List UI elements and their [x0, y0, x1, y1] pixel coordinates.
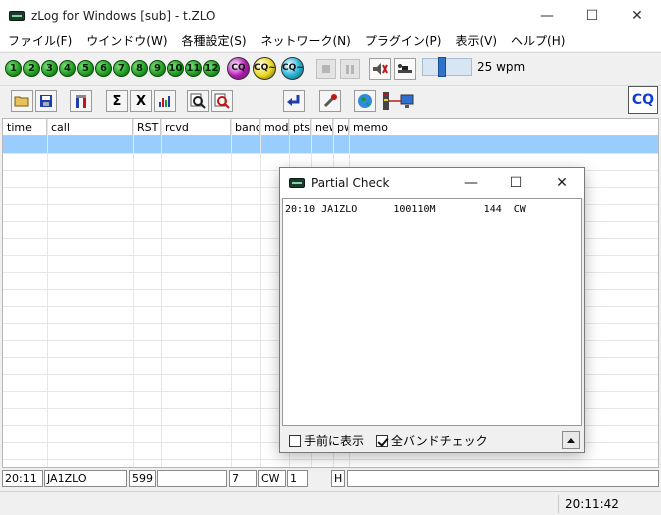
summary-button[interactable]: Σ	[106, 90, 128, 112]
cq-button-1[interactable]: CQ	[227, 57, 250, 80]
partial-check-minimize-button[interactable]: —	[448, 168, 494, 198]
entry-memo[interactable]	[347, 470, 659, 487]
cq-mode-indicator[interactable]: CQ	[628, 86, 658, 114]
grid-header: time call RST rcvd band mod pts new pwr …	[3, 119, 658, 136]
col-mode[interactable]: mod	[260, 119, 289, 136]
memory-button-6[interactable]: 6	[95, 60, 112, 77]
col-rcvd[interactable]: rcvd	[161, 119, 231, 136]
close-button[interactable]: ✕	[614, 0, 660, 31]
memory-button-5[interactable]: 5	[77, 60, 94, 77]
grid-row-line	[3, 153, 658, 154]
app-icon	[9, 10, 25, 21]
grid-column-line	[47, 119, 48, 467]
memory-button-9[interactable]: 9	[149, 60, 166, 77]
entry-band[interactable]: 7	[229, 470, 257, 487]
status-clock: 20:11:42	[558, 495, 661, 513]
all-bands-label: 全バンドチェック	[391, 434, 488, 448]
col-time[interactable]: time	[3, 119, 47, 136]
col-memo[interactable]: memo	[349, 119, 658, 136]
check-call-button[interactable]	[211, 90, 233, 112]
grid-column-line	[133, 119, 134, 467]
entry-mode[interactable]: CW	[258, 470, 286, 487]
col-power[interactable]: pwr	[333, 119, 349, 136]
stay-on-top-checkbox-box[interactable]	[289, 434, 301, 447]
partial-check-close-button[interactable]: ✕	[539, 168, 585, 198]
cw-speed-slider-thumb[interactable]	[437, 57, 446, 77]
partial-check-app-icon	[289, 178, 305, 188]
memory-button-4[interactable]: 4	[59, 60, 76, 77]
partial-check-list[interactable]: 20:10 JA1ZLO 100110M 144 CW	[282, 198, 582, 426]
partial-check-maximize-button[interactable]: ☐	[493, 168, 539, 198]
memory-button-8[interactable]: 8	[131, 60, 148, 77]
cw-speed-slider-track[interactable]	[422, 58, 472, 76]
rate-graph-button[interactable]	[154, 90, 176, 112]
stay-on-top-label: 手前に表示	[304, 434, 365, 448]
menu-bar: ファイル(F) ウインドウ(W) 各種設定(S) ネットワーク(N) プラグイン…	[0, 31, 661, 51]
entry-call[interactable]: JA1ZLO	[44, 470, 127, 487]
memory-button-1[interactable]: 1	[5, 60, 22, 77]
grid-column-line	[161, 119, 162, 467]
speaker-icon[interactable]	[369, 58, 391, 80]
partial-check-title-bar[interactable]: Partial Check — ☐ ✕	[280, 168, 584, 198]
memory-button-3[interactable]: 3	[41, 60, 58, 77]
col-points[interactable]: pts	[289, 119, 311, 136]
network-pc-icon[interactable]	[380, 90, 416, 112]
stop-button[interactable]	[316, 59, 336, 79]
partial-check-footer: 手前に表示 全バンドチェック	[280, 428, 584, 452]
toolbar-main: Σ X	[0, 85, 661, 118]
entry-rst[interactable]: 599	[129, 470, 156, 487]
all-bands-checkbox-box[interactable]	[376, 434, 388, 447]
save-button[interactable]	[35, 90, 57, 112]
network-globe-button[interactable]	[354, 90, 376, 112]
memory-button-7[interactable]: 7	[113, 60, 130, 77]
pause-button[interactable]	[340, 59, 360, 79]
menu-view[interactable]: 表示(V)	[448, 31, 504, 51]
multipliers-button[interactable]: X	[130, 90, 152, 112]
toolbar-cw: 1 2 3 4 5 6 7 8 9 10 11 12 CQ CQ~ CQ~	[0, 52, 661, 84]
sort-up-button[interactable]	[562, 431, 580, 449]
menu-settings[interactable]: 各種設定(S)	[175, 31, 254, 51]
memory-button-10[interactable]: 10	[167, 60, 184, 77]
cw-key-icon[interactable]	[394, 58, 416, 80]
col-call[interactable]: call	[47, 119, 133, 136]
menu-file[interactable]: ファイル(F)	[0, 31, 79, 51]
partial-check-window: Partial Check — ☐ ✕ 20:10 JA1ZLO 100110M…	[279, 167, 585, 453]
cq-button-2[interactable]: CQ~	[253, 57, 276, 80]
cw-speed-label: 25 wpm	[477, 60, 526, 74]
partial-check-result-line[interactable]: 20:10 JA1ZLO 100110M 144 CW	[285, 204, 526, 215]
partial-check-title: Partial Check	[311, 176, 390, 190]
entry-operator[interactable]: H	[331, 470, 345, 487]
partial-check-button[interactable]	[187, 90, 209, 112]
grid-row-line	[3, 459, 658, 460]
window-title: zLog for Windows [sub] - t.ZLO	[31, 8, 216, 23]
menu-help[interactable]: ヘルプ(H)	[504, 31, 572, 51]
open-folder-button[interactable]	[11, 90, 33, 112]
memory-button-11[interactable]: 11	[185, 60, 202, 77]
col-new[interactable]: new	[311, 119, 333, 136]
entry-power[interactable]: 1	[287, 470, 308, 487]
entry-time[interactable]: 20:11	[2, 470, 43, 487]
menu-plugin[interactable]: プラグイン(P)	[358, 31, 449, 51]
tools-button[interactable]	[319, 90, 341, 112]
memory-button-12[interactable]: 12	[203, 60, 220, 77]
memory-button-2[interactable]: 2	[23, 60, 40, 77]
entry-rcvd[interactable]	[157, 470, 227, 487]
bandscope-button[interactable]	[70, 90, 92, 112]
enter-button[interactable]	[283, 90, 305, 112]
col-rst[interactable]: RST	[133, 119, 161, 136]
grid-column-line	[260, 119, 261, 467]
title-bar: zLog for Windows [sub] - t.ZLO — ☐ ✕	[0, 0, 661, 31]
menu-network[interactable]: ネットワーク(N)	[254, 31, 358, 51]
cq-button-3[interactable]: CQ~	[281, 57, 304, 80]
pause-icon	[346, 64, 354, 74]
minimize-button[interactable]: —	[524, 0, 570, 31]
menu-window[interactable]: ウインドウ(W)	[79, 31, 174, 51]
grid-column-line	[231, 119, 232, 467]
stop-icon	[322, 65, 330, 73]
all-bands-checkbox[interactable]: 全バンドチェック	[376, 432, 488, 449]
col-band[interactable]: band	[231, 119, 260, 136]
stay-on-top-checkbox[interactable]: 手前に表示	[289, 432, 364, 449]
maximize-button[interactable]: ☐	[569, 0, 615, 31]
selected-row[interactable]	[3, 136, 658, 153]
